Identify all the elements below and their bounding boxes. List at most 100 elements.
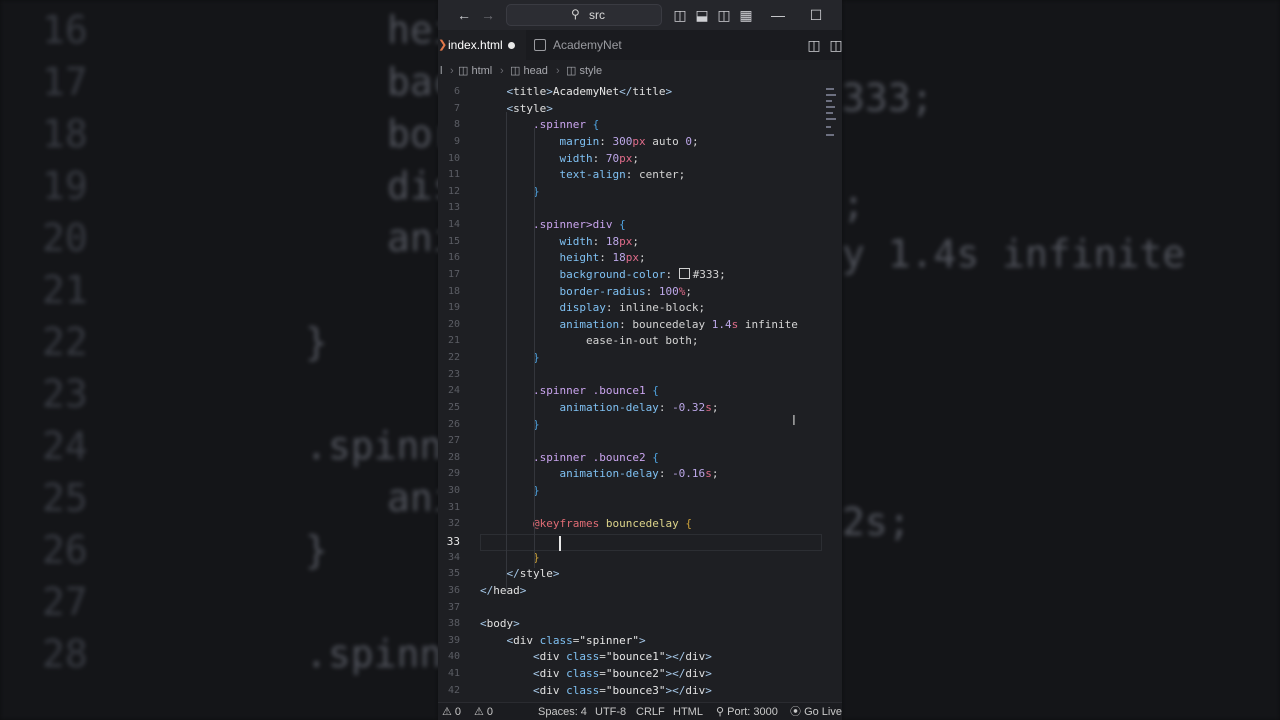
line-number: 6 xyxy=(453,86,460,97)
line-number: 25 xyxy=(447,401,460,413)
unsaved-dot-icon[interactable] xyxy=(508,42,515,49)
blurred-code-text: 333; xyxy=(842,76,934,120)
line-number: 9 xyxy=(453,135,460,147)
blurred-line-number: 28 xyxy=(42,632,88,676)
blurred-line-number: 25 xyxy=(42,476,88,520)
code-line: ease-in-out both; xyxy=(480,334,699,348)
code-line: animation-delay: -0.32s; xyxy=(480,400,719,414)
code-line: .spinner>div { xyxy=(480,218,626,232)
line-number: 23 xyxy=(447,368,460,380)
minimap[interactable] xyxy=(826,88,838,144)
code-editor-window: ← → ⚲ src ◫ ⬓ ◫ ▦ — ☐ ❯ index.html Acade… xyxy=(438,0,842,720)
color-swatch-icon[interactable] xyxy=(678,267,690,279)
line-number: 31 xyxy=(447,501,460,513)
line-number: 30 xyxy=(447,485,460,497)
blurred-line-number: 17 xyxy=(42,60,88,104)
breadcrumb-head[interactable]: ◫ head xyxy=(510,60,548,82)
tab-index-html[interactable]: ❯ index.html xyxy=(438,30,526,60)
eol-status[interactable]: CRLF xyxy=(636,703,665,720)
breadcrumb: l › ◫ html › ◫ head › ◫ style xyxy=(438,60,842,82)
code-line: <title>AcademyNet</title> xyxy=(480,85,673,98)
line-number: 26 xyxy=(447,418,460,430)
editor-tabs: ❯ index.html AcademyNet ◫ ◫ xyxy=(438,30,842,61)
encoding-status[interactable]: UTF-8 xyxy=(595,703,626,720)
line-number: 35 xyxy=(447,568,460,580)
line-number: 28 xyxy=(447,451,460,463)
search-icon: ⚲ xyxy=(571,7,580,21)
code-line: } xyxy=(480,484,540,498)
code-line: </style> xyxy=(480,567,560,581)
blurred-line-number: 24 xyxy=(42,424,88,468)
html-file-icon: ❯ xyxy=(438,39,448,51)
line-number: 40 xyxy=(447,651,460,663)
toggle-secondary-sidebar-icon[interactable]: ◫ xyxy=(714,5,734,25)
line-number: 7 xyxy=(453,102,460,114)
customize-layout-icon[interactable]: ▦ xyxy=(736,5,756,25)
code-line: text-align: center; xyxy=(480,168,686,182)
indentation-status[interactable]: Spaces: 4 xyxy=(538,703,587,720)
code-line: </head> xyxy=(480,583,527,597)
go-live-button[interactable]: ⦿ Go Live xyxy=(790,703,842,720)
blurred-code-text: ; xyxy=(842,182,865,226)
errors-indicator[interactable]: ⚠ 0 xyxy=(442,703,461,720)
line-number: 37 xyxy=(447,601,460,613)
line-number: 33 xyxy=(446,535,460,548)
text-cursor xyxy=(559,536,561,551)
code-line: background-color: #333; xyxy=(480,267,726,281)
blurred-line-number: 20 xyxy=(42,216,88,260)
line-number: 22 xyxy=(447,352,460,364)
search-text: src xyxy=(589,8,605,22)
line-number: 12 xyxy=(447,185,460,197)
line-number: 16 xyxy=(447,252,460,264)
blurred-code-text: } xyxy=(305,320,328,364)
line-number: 14 xyxy=(447,219,460,231)
language-mode-status[interactable]: HTML xyxy=(673,703,703,720)
code-line: <div class="spinner"> xyxy=(480,633,646,647)
maximize-icon[interactable]: ☐ xyxy=(806,5,826,25)
current-line-highlight xyxy=(480,534,822,551)
blurred-line-number: 16 xyxy=(42,8,88,52)
code-editor[interactable]: 6 <title>AcademyNet</title> 7 <style> 8 .s… xyxy=(438,82,842,702)
blurred-line-number: 22 xyxy=(42,320,88,364)
line-number: 10 xyxy=(447,152,460,164)
preview-icon xyxy=(534,39,546,51)
toggle-sidebar-icon[interactable]: ◫ xyxy=(670,5,690,25)
code-line: <div class="bounce1"></div> xyxy=(480,650,712,664)
warnings-indicator[interactable]: ⚠ 0 xyxy=(474,703,493,720)
line-number: 29 xyxy=(447,468,460,480)
code-line: height: 18px; xyxy=(480,251,646,265)
code-line: <body> xyxy=(480,617,520,631)
line-number: 20 xyxy=(447,318,460,330)
code-line: animation: bouncedelay 1.4s infinite xyxy=(480,317,798,331)
split-editor-icon[interactable]: ◫ xyxy=(826,35,842,55)
code-line: margin: 300px auto 0; xyxy=(480,134,699,148)
blurred-line-number: 18 xyxy=(42,112,88,156)
blurred-code-text: y 1.4s infinite xyxy=(842,232,1186,276)
tab-label: AcademyNet xyxy=(553,38,622,52)
code-line: border-radius: 100%; xyxy=(480,284,692,298)
code-line: .spinner { xyxy=(480,118,600,132)
title-bar: ← → ⚲ src ◫ ⬓ ◫ ▦ — ☐ xyxy=(438,0,842,30)
code-line: <div class="bounce3"></div> xyxy=(480,683,712,697)
minimize-icon[interactable]: — xyxy=(768,5,788,25)
line-number: 36 xyxy=(447,584,460,596)
tab-academynet[interactable]: AcademyNet xyxy=(534,30,634,60)
arrow-left-icon[interactable]: ← xyxy=(454,5,474,25)
line-number: 17 xyxy=(447,268,460,280)
line-number: 11 xyxy=(447,169,460,181)
command-center-search[interactable]: ⚲ src xyxy=(506,4,662,26)
line-number: 21 xyxy=(447,335,460,347)
open-preview-icon[interactable]: ◫ xyxy=(804,35,824,55)
arrow-right-icon[interactable]: → xyxy=(478,5,498,25)
breadcrumb-style[interactable]: ◫ style xyxy=(566,60,602,82)
code-line: width: 70px; xyxy=(480,151,639,165)
line-number: 18 xyxy=(447,285,460,297)
port-status[interactable]: ⚲ Port: 3000 xyxy=(716,703,778,720)
line-number: 19 xyxy=(447,302,460,314)
code-line: } xyxy=(480,184,540,198)
breadcrumb-html[interactable]: ◫ html xyxy=(458,60,492,82)
line-number: 27 xyxy=(447,435,460,447)
toggle-panel-icon[interactable]: ⬓ xyxy=(692,5,712,25)
code-line: animation-delay: -0.16s; xyxy=(480,467,719,481)
line-number: 24 xyxy=(447,385,460,397)
